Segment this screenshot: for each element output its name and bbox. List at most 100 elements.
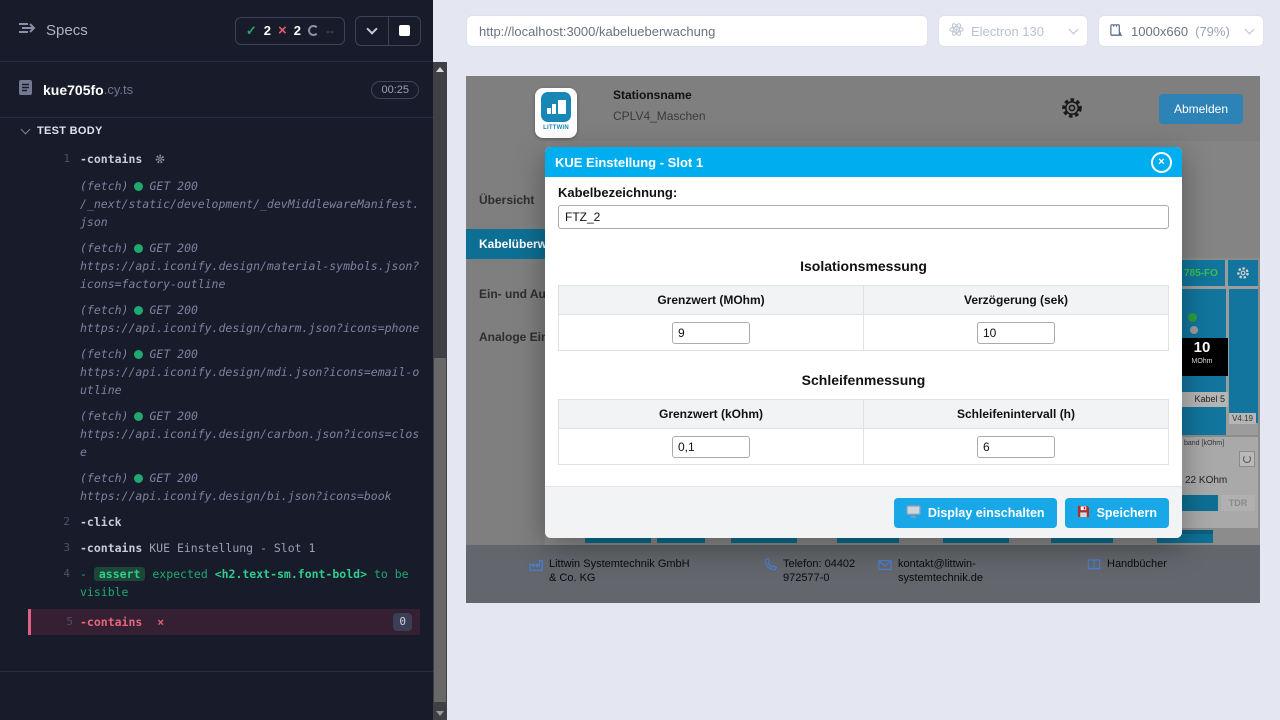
modal-title: KUE Einstellung - Slot 1	[555, 155, 703, 170]
column-header: Verzögerung (sek)	[864, 286, 1169, 315]
fetch-log-entry[interactable]: (fetch) GET 200 /_next/static/developmen…	[28, 177, 420, 231]
column-header: Grenzwert (MOhm)	[559, 286, 864, 315]
spec-file-row[interactable]: kue705fo .cy.ts 00:25	[0, 62, 433, 118]
command-log: 1 -contains (fetch) GET 200 /_next/stati…	[0, 150, 420, 668]
range-label: band [kOhm]	[1182, 437, 1258, 447]
company-logo: LITTWIN	[535, 88, 577, 138]
fetch-log-entry[interactable]: (fetch) GET 200 https://api.iconify.desi…	[28, 407, 420, 461]
command-number: 2	[42, 513, 70, 531]
isolation-delay-input[interactable]	[977, 322, 1055, 344]
command-contains-1[interactable]: 1 -contains	[28, 150, 420, 169]
loop-table: Grenzwert (kOhm) Schleifenintervall (h)	[558, 399, 1169, 465]
scrollbar-thumb[interactable]	[434, 358, 446, 702]
viewport-select[interactable]: 1000x660 (79%)	[1098, 15, 1264, 47]
loop-limit-input[interactable]	[672, 436, 750, 458]
status-dot-icon	[134, 412, 143, 421]
cypress-sidebar: Specs ✓ 2 × 2 -- kue705fo .cy.ts 00:25 T…	[0, 0, 433, 720]
spec-file-icon	[18, 79, 33, 101]
command-contains-failed[interactable]: 5 -contains × 0	[28, 609, 420, 635]
command-argument: KUE Einstellung - Slot 1	[149, 541, 315, 555]
book-icon	[1087, 558, 1101, 577]
command-click[interactable]: 2 -click	[28, 513, 420, 531]
logout-button[interactable]: Abmelden	[1159, 94, 1243, 124]
command-number: 4	[42, 565, 70, 583]
scroll-down-icon[interactable]	[433, 706, 447, 720]
specs-menu-icon[interactable]	[18, 21, 36, 40]
command-contains-3[interactable]: 3 -contains KUE Einstellung - Slot 1	[28, 539, 420, 557]
isolation-limit-input[interactable]	[672, 322, 750, 344]
command-number: 1	[42, 150, 70, 168]
lcd-value: 10	[1176, 338, 1228, 358]
chevron-down-icon	[1069, 25, 1079, 35]
url-input[interactable]	[466, 15, 928, 47]
fetch-log-entry[interactable]: (fetch) GET 200 https://api.iconify.desi…	[28, 345, 420, 399]
test-body-label: TEST BODY	[37, 125, 103, 137]
email-icon	[878, 558, 892, 585]
app-header: Stationsname CPLV4_Maschen Abmelden	[466, 76, 1260, 141]
chevron-down-icon	[21, 125, 31, 135]
fetch-url: https://api.iconify.design/bi.json?icons…	[80, 487, 420, 505]
stop-button[interactable]	[388, 17, 420, 45]
save-icon	[1077, 505, 1090, 521]
pending-spinner-icon	[308, 25, 319, 36]
kabel-chip: Kabel 5	[1178, 392, 1228, 407]
fetch-log-entry[interactable]: (fetch) GET 200 https://api.iconify.desi…	[28, 239, 420, 293]
status-dot-icon	[134, 474, 143, 483]
cable-name-input[interactable]	[558, 205, 1169, 229]
ruler-icon	[1109, 22, 1124, 40]
aut-stage: Electron 130 1000x660 (79%) Stationsname…	[447, 0, 1280, 720]
fetch-log-entry[interactable]: (fetch) GET 200 https://api.iconify.desi…	[28, 301, 420, 337]
tdr-button[interactable]: TDR	[1221, 495, 1255, 511]
slot-action-button[interactable]	[1182, 495, 1218, 511]
fetch-url: https://api.iconify.design/material-symb…	[80, 257, 420, 293]
refresh-icon[interactable]	[1239, 451, 1255, 467]
sidebar-divider	[0, 671, 433, 672]
scroll-up-icon[interactable]	[433, 62, 447, 76]
footer-manuals[interactable]: Handbücher	[1087, 557, 1167, 577]
display-on-button[interactable]: Display einschalten	[894, 498, 1057, 528]
fetch-url: https://api.iconify.design/charm.json?ic…	[80, 319, 420, 337]
save-button[interactable]: Speichern	[1065, 498, 1169, 528]
fetch-log-entry[interactable]: (fetch) GET 200 https://api.iconify.desi…	[28, 469, 420, 505]
lcd-display: 10 MOhm	[1176, 338, 1228, 376]
slot-card-background: 785-FO 10 MOhm Kabel 5 V4.19 band [kOhm]…	[1180, 258, 1260, 545]
station-value: CPLV4_Maschen	[613, 109, 706, 123]
nav-item-uebersicht[interactable]: Übersicht	[466, 185, 534, 215]
collapse-chevron-button[interactable]	[356, 17, 388, 45]
pending-count: --	[326, 24, 334, 38]
loop-section-title: Schleifenmessung	[558, 372, 1169, 388]
status-green-dot	[1188, 313, 1197, 322]
modal-header: KUE Einstellung - Slot 1 ×	[545, 147, 1182, 177]
slot-card-title: 785-FO	[1182, 260, 1225, 286]
sidebar-scrollbar[interactable]	[433, 62, 447, 720]
runner-controls	[355, 16, 421, 46]
assert-selector: <h2.text-sm.font-bold>	[215, 567, 367, 581]
specs-title[interactable]: Specs	[46, 22, 88, 39]
browser-select[interactable]: Electron 130	[938, 15, 1088, 47]
failed-count: 2	[294, 23, 301, 38]
match-count-badge: 0	[393, 613, 412, 631]
gear-icon	[155, 151, 165, 169]
fetch-url: https://api.iconify.design/carbon.json?i…	[80, 425, 420, 461]
command-assert[interactable]: 4 - assert expected <h2.text-sm.font-bol…	[28, 565, 420, 601]
settings-gear-icon[interactable]	[1060, 96, 1084, 125]
modal-body: Kabelbezeichnung: Isolationsmessung Gren…	[545, 177, 1182, 465]
slot-gear-icon[interactable]	[1228, 260, 1258, 286]
factory-icon	[529, 558, 543, 585]
passed-check-icon: ✓	[246, 23, 257, 39]
viewport-label: 1000x660	[1131, 24, 1188, 39]
app-footer: Littwin Systemtechnik GmbH & Co. KG Tele…	[466, 545, 1260, 603]
status-gray-dot	[1190, 326, 1198, 334]
test-body-toggle[interactable]: TEST BODY	[0, 118, 433, 144]
status-dot-icon	[134, 306, 143, 315]
slot-card-column	[1229, 289, 1258, 423]
station-info: Stationsname CPLV4_Maschen	[613, 88, 706, 123]
close-icon[interactable]: ×	[1151, 152, 1172, 173]
fetch-url: /_next/static/development/_devMiddleware…	[80, 195, 420, 231]
assert-badge: assert	[94, 567, 146, 581]
loop-interval-input[interactable]	[977, 436, 1055, 458]
isolation-section-title: Isolationsmessung	[558, 258, 1169, 274]
modal-footer: Display einschalten Speichern	[545, 486, 1182, 538]
station-label: Stationsname	[613, 88, 706, 102]
lcd-unit: MOhm	[1176, 358, 1228, 365]
